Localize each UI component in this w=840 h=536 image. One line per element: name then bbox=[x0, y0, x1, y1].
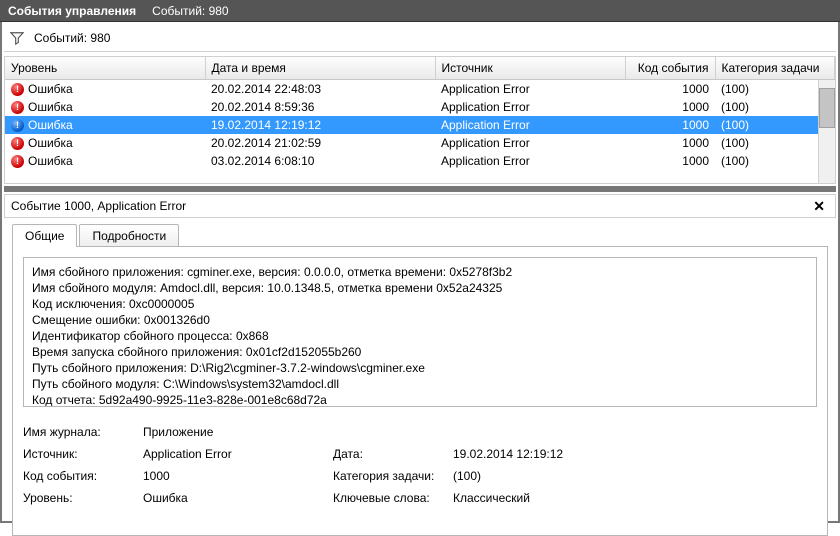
cell-datetime: 20.02.2014 21:02:59 bbox=[205, 134, 435, 152]
cell-category: (100) bbox=[715, 152, 835, 170]
meta-cat-value: (100) bbox=[453, 469, 643, 483]
col-category[interactable]: Категория задачи bbox=[715, 57, 835, 80]
window-title: События управления bbox=[8, 0, 136, 21]
description-line: Код отчета: 5d92a490-9925-11e3-828e-001e… bbox=[32, 392, 808, 407]
meta-kw-value: Классический bbox=[453, 491, 643, 505]
meta-date-value: 19.02.2014 12:19:12 bbox=[453, 447, 643, 461]
table-row[interactable]: ! Ошибка 19.02.2014 12:19:12Application Er… bbox=[5, 116, 835, 134]
col-source[interactable]: Источник bbox=[435, 57, 625, 80]
description-line: Имя сбойного модуля: Amdocl.dll, версия:… bbox=[32, 280, 808, 296]
col-code[interactable]: Код события bbox=[625, 57, 715, 80]
cell-datetime: 20.02.2014 22:48:03 bbox=[205, 80, 435, 99]
error-icon: ! bbox=[11, 101, 24, 114]
cell-source: Application Error bbox=[435, 134, 625, 152]
error-icon: ! bbox=[11, 119, 24, 132]
meta-source-label: Источник: bbox=[23, 447, 143, 461]
events-table: Уровень Дата и время Источник Код событи… bbox=[4, 56, 836, 184]
window-event-count: Событий: 980 bbox=[152, 0, 228, 21]
meta-kw-label: Ключевые слова: bbox=[333, 491, 453, 505]
detail-header: Событие 1000, Application Error ✕ bbox=[4, 194, 836, 218]
error-icon: ! bbox=[11, 137, 24, 150]
filter-bar: Событий: 980 bbox=[4, 24, 836, 52]
cell-code: 1000 bbox=[625, 116, 715, 134]
cell-datetime: 20.02.2014 8:59:36 bbox=[205, 98, 435, 116]
cell-level: Ошибка bbox=[28, 154, 73, 168]
cell-code: 1000 bbox=[625, 80, 715, 99]
table-row[interactable]: ! Ошибка 20.02.2014 21:02:59Application Er… bbox=[5, 134, 835, 152]
cell-level: Ошибка bbox=[28, 118, 73, 132]
cell-source: Application Error bbox=[435, 80, 625, 99]
cell-datetime: 03.02.2014 6:08:10 bbox=[205, 152, 435, 170]
table-row[interactable]: ! Ошибка 03.02.2014 6:08:10Application Err… bbox=[5, 152, 835, 170]
description-line: Идентификатор сбойного процесса: 0x868 bbox=[32, 328, 808, 344]
cell-code: 1000 bbox=[625, 98, 715, 116]
meta-level-label: Уровень: bbox=[23, 491, 143, 505]
meta-date-label: Дата: bbox=[333, 447, 453, 461]
meta-level-value: Ошибка bbox=[143, 491, 333, 505]
cell-category: (100) bbox=[715, 116, 835, 134]
meta-logname-value: Приложение bbox=[143, 425, 333, 439]
description-line: Время запуска сбойного приложения: 0x01c… bbox=[32, 344, 808, 360]
cell-category: (100) bbox=[715, 98, 835, 116]
table-row[interactable]: ! Ошибка 20.02.2014 22:48:03Application Er… bbox=[5, 80, 835, 99]
meta-code-label: Код события: bbox=[23, 469, 143, 483]
splitter[interactable] bbox=[4, 186, 836, 192]
tab-details[interactable]: Подробности bbox=[79, 224, 179, 247]
description-line: Код исключения: 0xc0000005 bbox=[32, 296, 808, 312]
cell-code: 1000 bbox=[625, 152, 715, 170]
table-scrollbar[interactable] bbox=[818, 80, 835, 183]
error-icon: ! bbox=[11, 83, 24, 96]
filter-icon[interactable] bbox=[10, 31, 24, 45]
tab-strip: Общие Подробности bbox=[4, 218, 836, 247]
cell-datetime: 19.02.2014 12:19:12 bbox=[205, 116, 435, 134]
description-line: Путь сбойного приложения: D:\Rig2\cgmine… bbox=[32, 360, 808, 376]
error-icon: ! bbox=[11, 155, 24, 168]
table-row[interactable]: ! Ошибка 20.02.2014 8:59:36Application Err… bbox=[5, 98, 835, 116]
cell-code: 1000 bbox=[625, 134, 715, 152]
cell-source: Application Error bbox=[435, 116, 625, 134]
cell-level: Ошибка bbox=[28, 136, 73, 150]
cell-source: Application Error bbox=[435, 98, 625, 116]
description-box[interactable]: Имя сбойного приложения: cgminer.exe, ве… bbox=[23, 257, 817, 407]
col-datetime[interactable]: Дата и время bbox=[205, 57, 435, 80]
cell-source: Application Error bbox=[435, 152, 625, 170]
description-line: Смещение ошибки: 0x001326d0 bbox=[32, 312, 808, 328]
detail-title: Событие 1000, Application Error bbox=[11, 199, 186, 213]
meta-cat-label: Категория задачи: bbox=[333, 469, 453, 483]
table-header-row: Уровень Дата и время Источник Код событи… bbox=[5, 57, 835, 80]
description-line: Путь сбойного модуля: C:\Windows\system3… bbox=[32, 376, 808, 392]
cell-level: Ошибка bbox=[28, 82, 73, 96]
meta-logname-label: Имя журнала: bbox=[23, 425, 143, 439]
titlebar: События управления Событий: 980 bbox=[0, 0, 840, 22]
cell-level: Ошибка bbox=[28, 100, 73, 114]
description-line: Имя сбойного приложения: cgminer.exe, ве… bbox=[32, 264, 808, 280]
cell-category: (100) bbox=[715, 134, 835, 152]
cell-category: (100) bbox=[715, 80, 835, 99]
event-meta: Имя журнала: Приложение Источник: Applic… bbox=[23, 425, 817, 505]
col-level[interactable]: Уровень bbox=[5, 57, 205, 80]
filter-count: Событий: 980 bbox=[34, 31, 110, 45]
meta-source-value: Application Error bbox=[143, 447, 333, 461]
close-icon[interactable]: ✕ bbox=[809, 198, 829, 215]
tab-general[interactable]: Общие bbox=[12, 224, 77, 247]
tab-panel-general: Имя сбойного приложения: cgminer.exe, ве… bbox=[12, 246, 828, 536]
meta-code-value: 1000 bbox=[143, 469, 333, 483]
